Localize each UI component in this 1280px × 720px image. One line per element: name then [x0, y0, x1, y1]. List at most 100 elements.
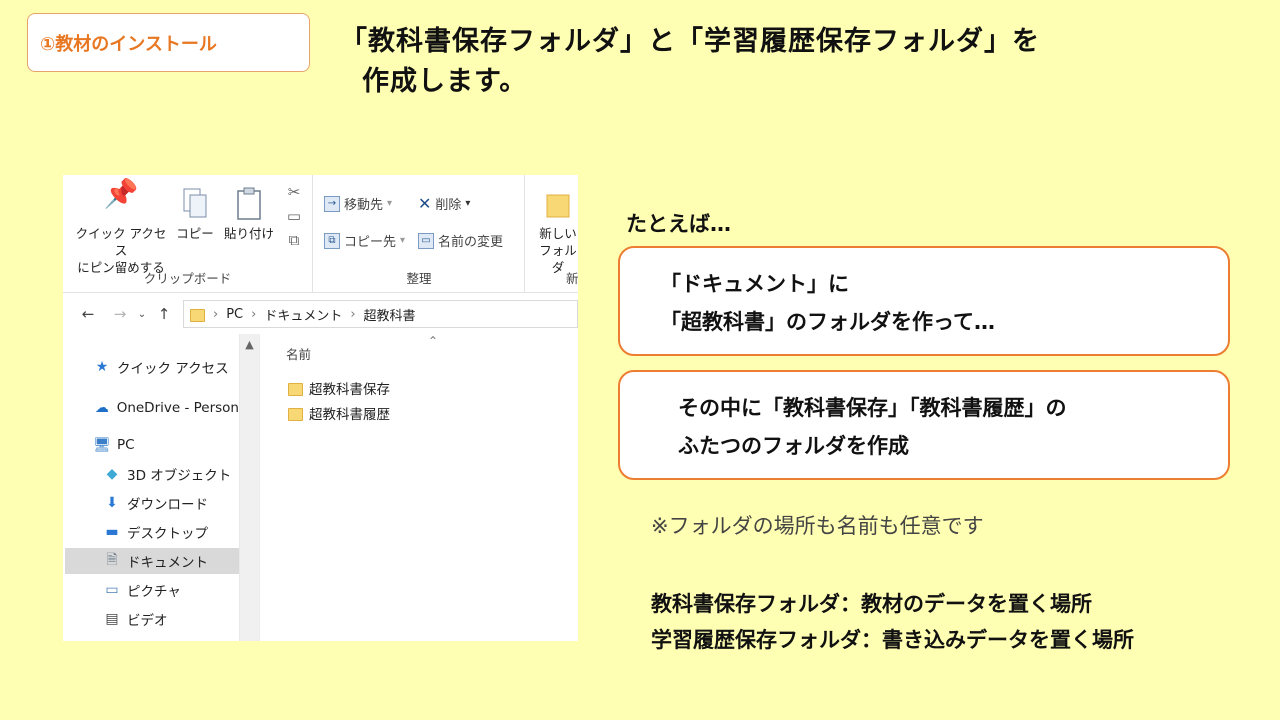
nav-label: ビデオ: [127, 613, 168, 629]
star-icon: ★: [95, 359, 109, 375]
nav-item-downloads[interactable]: ⬇ ダウンロード: [103, 490, 208, 516]
new-folder-button[interactable]: 新しい フォルダ: [534, 185, 578, 276]
file-list-pane: ⌃ 名前 超教科書保存 超教科書履歴: [260, 334, 578, 641]
nav-item-desktop[interactable]: ▬ デスクトップ: [103, 519, 208, 545]
definitions: 教科書保存フォルダ：教材のデータを置く場所 学習履歴保存フォルダ：書き込みデータ…: [651, 586, 1134, 658]
recent-chevron-icon[interactable]: ⌄: [131, 309, 153, 320]
note-text: ※フォルダの場所も名前も任意です: [651, 514, 984, 538]
nav-item-pictures[interactable]: ▭ ピクチャ: [103, 577, 181, 603]
copy-button[interactable]: コピー: [175, 185, 215, 242]
up-arrow-icon[interactable]: ↑: [153, 305, 175, 323]
new-group: 新しい フォルダ 新: [526, 175, 578, 293]
folder-icon: [288, 382, 303, 396]
clipboard-group: 📌 クイック アクセス にピン留めする コピー 貼り付け ✂ ▭ ⧉ クリップボ…: [63, 175, 313, 293]
nav-label: PC: [117, 437, 135, 453]
nav-item-pc[interactable]: 🖥 PC: [93, 432, 135, 458]
nav-item-onedrive[interactable]: ☁ OneDrive - Person: [93, 395, 239, 421]
callout-box-2: その中に「教科書保存」「教科書履歴」の ふたつのフォルダを作成: [618, 370, 1230, 480]
nav-item-3d-objects[interactable]: ◆ 3D オブジェクト: [103, 461, 232, 487]
computer-icon: 🖥: [93, 437, 111, 453]
new-group-name: 新: [566, 271, 578, 286]
breadcrumb-current[interactable]: 超教科書: [364, 305, 416, 324]
new-folder-label-1: 新しい: [539, 226, 577, 241]
callout-2-line2: ふたつのフォルダを作成: [678, 434, 909, 458]
example-label: たとえば…: [626, 212, 731, 236]
rename-label: 名前の変更: [438, 235, 504, 250]
nav-label: クイック アクセス: [117, 361, 229, 377]
headline: 「教科書保存フォルダ」と「学習履歴保存フォルダ」を 作成します。: [340, 22, 1160, 102]
scroll-up-icon[interactable]: ▲: [240, 334, 259, 351]
copy-label: コピー: [176, 226, 214, 241]
delete-icon: ✕: [418, 194, 432, 213]
move-icon: →: [324, 195, 340, 212]
step-tag: ①教材のインストール: [27, 13, 310, 72]
cloud-icon: ☁: [94, 400, 109, 416]
sort-chevron-icon: ⌃: [428, 334, 439, 348]
clipboard-group-name: クリップボード: [143, 271, 232, 286]
headline-line2: 作成します。: [362, 66, 528, 97]
copy-icon: [175, 185, 215, 225]
new-folder-icon: [534, 185, 578, 225]
forward-arrow-icon[interactable]: →: [109, 305, 131, 323]
breadcrumb-separator-icon: ›: [213, 306, 219, 322]
nav-label: デスクトップ: [127, 526, 208, 542]
copy-to-button[interactable]: ⧉ コピー先 ▾: [324, 231, 405, 250]
callout-1-line2: 「超教科書」のフォルダを作って…: [660, 310, 995, 334]
breadcrumb-documents[interactable]: ドキュメント: [264, 305, 342, 324]
copy-to-label: コピー先: [344, 235, 397, 250]
pin-label-1: クイック アクセス: [75, 226, 167, 258]
breadcrumb-separator-icon: ›: [350, 306, 356, 322]
address-bar-row: ← → ⌄ ↑ › PC › ドキュメント › 超教科書: [63, 294, 578, 334]
column-header-name[interactable]: 名前: [286, 344, 311, 363]
back-arrow-icon[interactable]: ←: [77, 305, 99, 323]
breadcrumb-separator-icon: ›: [251, 306, 257, 322]
nav-label: ダウンロード: [127, 497, 208, 513]
rename-icon: ▭: [418, 232, 434, 249]
chevron-down-icon: ▾: [400, 235, 406, 246]
nav-label: OneDrive - Person: [116, 400, 239, 416]
definition-line1: 教科書保存フォルダ：教材のデータを置く場所: [651, 592, 1092, 616]
callout-box-1: 「ドキュメント」に 「超教科書」のフォルダを作って…: [618, 246, 1230, 356]
document-icon: 🗎: [106, 552, 118, 568]
nav-label: ドキュメント: [127, 555, 208, 571]
file-name: 超教科書履歴: [309, 407, 390, 423]
file-name: 超教科書保存: [309, 382, 390, 398]
copy-to-icon: ⧉: [324, 232, 340, 249]
nav-item-quick-access[interactable]: ★ クイック アクセス: [93, 354, 229, 380]
nav-label: ピクチャ: [127, 584, 181, 600]
ribbon: 📌 クイック アクセス にピン留めする コピー 貼り付け ✂ ▭ ⧉ クリップボ…: [63, 175, 578, 293]
step-tag-label: ①教材のインストール: [40, 33, 217, 55]
nav-item-documents[interactable]: 🗎 ドキュメント: [65, 548, 239, 574]
desktop-icon: ▬: [105, 524, 119, 540]
folder-icon: [288, 407, 303, 421]
callout-1-line1: 「ドキュメント」に: [660, 272, 849, 296]
file-item[interactable]: 超教科書履歴: [288, 403, 390, 423]
nav-label: 3D オブジェクト: [127, 468, 232, 484]
navigation-pane: ★ クイック アクセス ☁ OneDrive - Person 🖥 PC ◆ 3…: [63, 334, 259, 641]
file-item[interactable]: 超教科書保存: [288, 378, 390, 398]
move-to-button[interactable]: → 移動先 ▾: [324, 194, 392, 213]
delete-button[interactable]: ✕ 削除 ▾: [418, 194, 470, 213]
rename-button[interactable]: ▭ 名前の変更: [418, 231, 503, 250]
paste-label: 貼り付け: [223, 226, 274, 241]
pin-icon: 📌: [103, 177, 139, 210]
organize-group-name: 整理: [406, 271, 432, 286]
address-bar[interactable]: › PC › ドキュメント › 超教科書: [183, 300, 578, 328]
move-to-label: 移動先: [344, 198, 384, 213]
pin-quick-access-button[interactable]: 📌 クイック アクセス にピン留めする: [71, 177, 171, 276]
delete-label: 削除: [435, 198, 462, 213]
breadcrumb-pc[interactable]: PC: [226, 307, 243, 322]
definition-line2: 学習履歴保存フォルダ：書き込みデータを置く場所: [651, 628, 1134, 652]
folder-icon: [190, 308, 205, 322]
paste-shortcut-icon[interactable]: ⧉: [283, 231, 305, 255]
cube-icon: ◆: [106, 466, 118, 482]
file-explorer-window: 📌 クイック アクセス にピン留めする コピー 貼り付け ✂ ▭ ⧉ クリップボ…: [63, 175, 578, 641]
headline-line1: 「教科書保存フォルダ」と「学習履歴保存フォルダ」を: [340, 26, 1040, 57]
download-icon: ⬇: [106, 495, 118, 511]
chevron-down-icon: ▾: [465, 198, 471, 209]
nav-scrollbar[interactable]: ▲: [239, 334, 259, 641]
copy-path-icon[interactable]: ▭: [283, 207, 305, 231]
nav-item-videos[interactable]: ▤ ビデオ: [103, 606, 168, 632]
paste-button[interactable]: 貼り付け: [221, 185, 277, 242]
cut-icon[interactable]: ✂: [283, 183, 305, 207]
